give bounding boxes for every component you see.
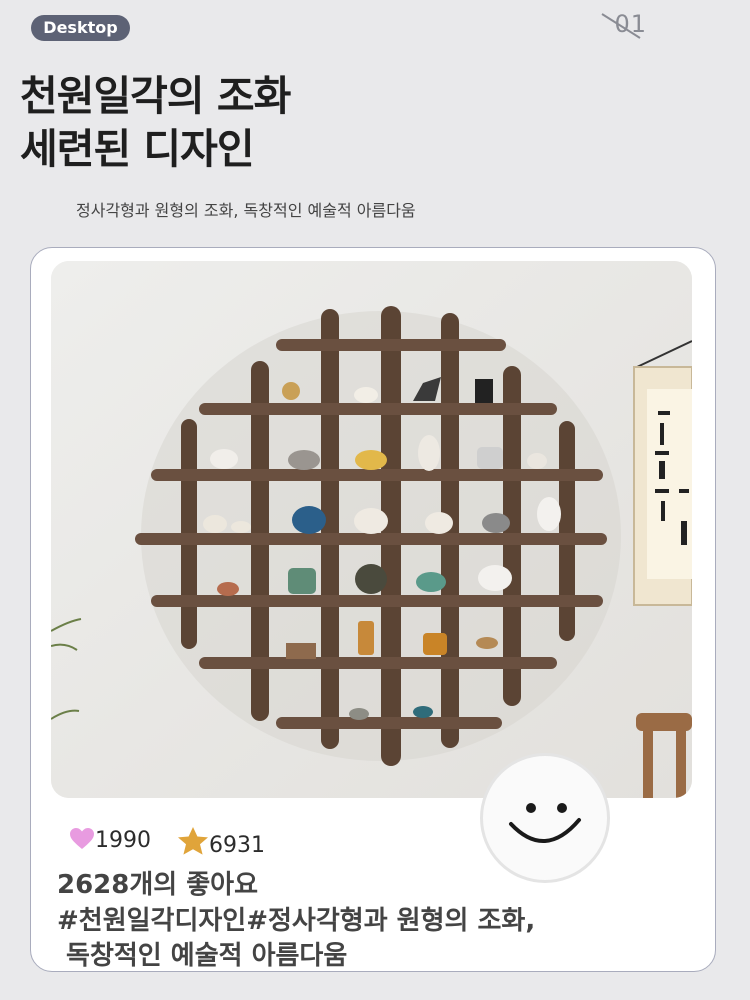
headline-line-2: 세련된 디자인: [20, 125, 255, 173]
heart-icon: [70, 828, 94, 849]
wall-shelf-illustration: [51, 261, 692, 798]
hearts-stat[interactable]: 1990: [69, 826, 151, 856]
hearts-count: 1990: [95, 828, 151, 853]
smiley-face-icon: [480, 753, 610, 883]
hashtags-line-1[interactable]: #천원일각디자인#정사각형과 원형의 조화,: [57, 904, 697, 939]
subheadline: 정사각형과 원형의 조화, 독창적인 예술적 아름다움: [76, 201, 416, 220]
page-number-slash: [601, 13, 641, 39]
headline: 천원일각의 조화 세련된 디자인: [20, 70, 460, 176]
headline-line-1: 천원일각의 조화: [20, 72, 291, 120]
post-card: 1990 6931 2628개의 좋아요 #천원일각디자인#정사각형과 원형의 …: [30, 247, 716, 972]
stars-count: 6931: [209, 833, 265, 858]
likes-count-text: 2628개의 좋아요: [57, 870, 259, 900]
stars-stat[interactable]: 6931: [177, 826, 265, 861]
hashtags: #천원일각디자인#정사각형과 원형의 조화, 독창적인 예술적 아름다움: [57, 904, 697, 974]
product-photo: [51, 261, 692, 798]
hashtags-line-2: 독창적인 예술적 아름다움: [57, 941, 348, 971]
desktop-badge: Desktop: [31, 15, 130, 41]
star-icon: [178, 827, 208, 855]
